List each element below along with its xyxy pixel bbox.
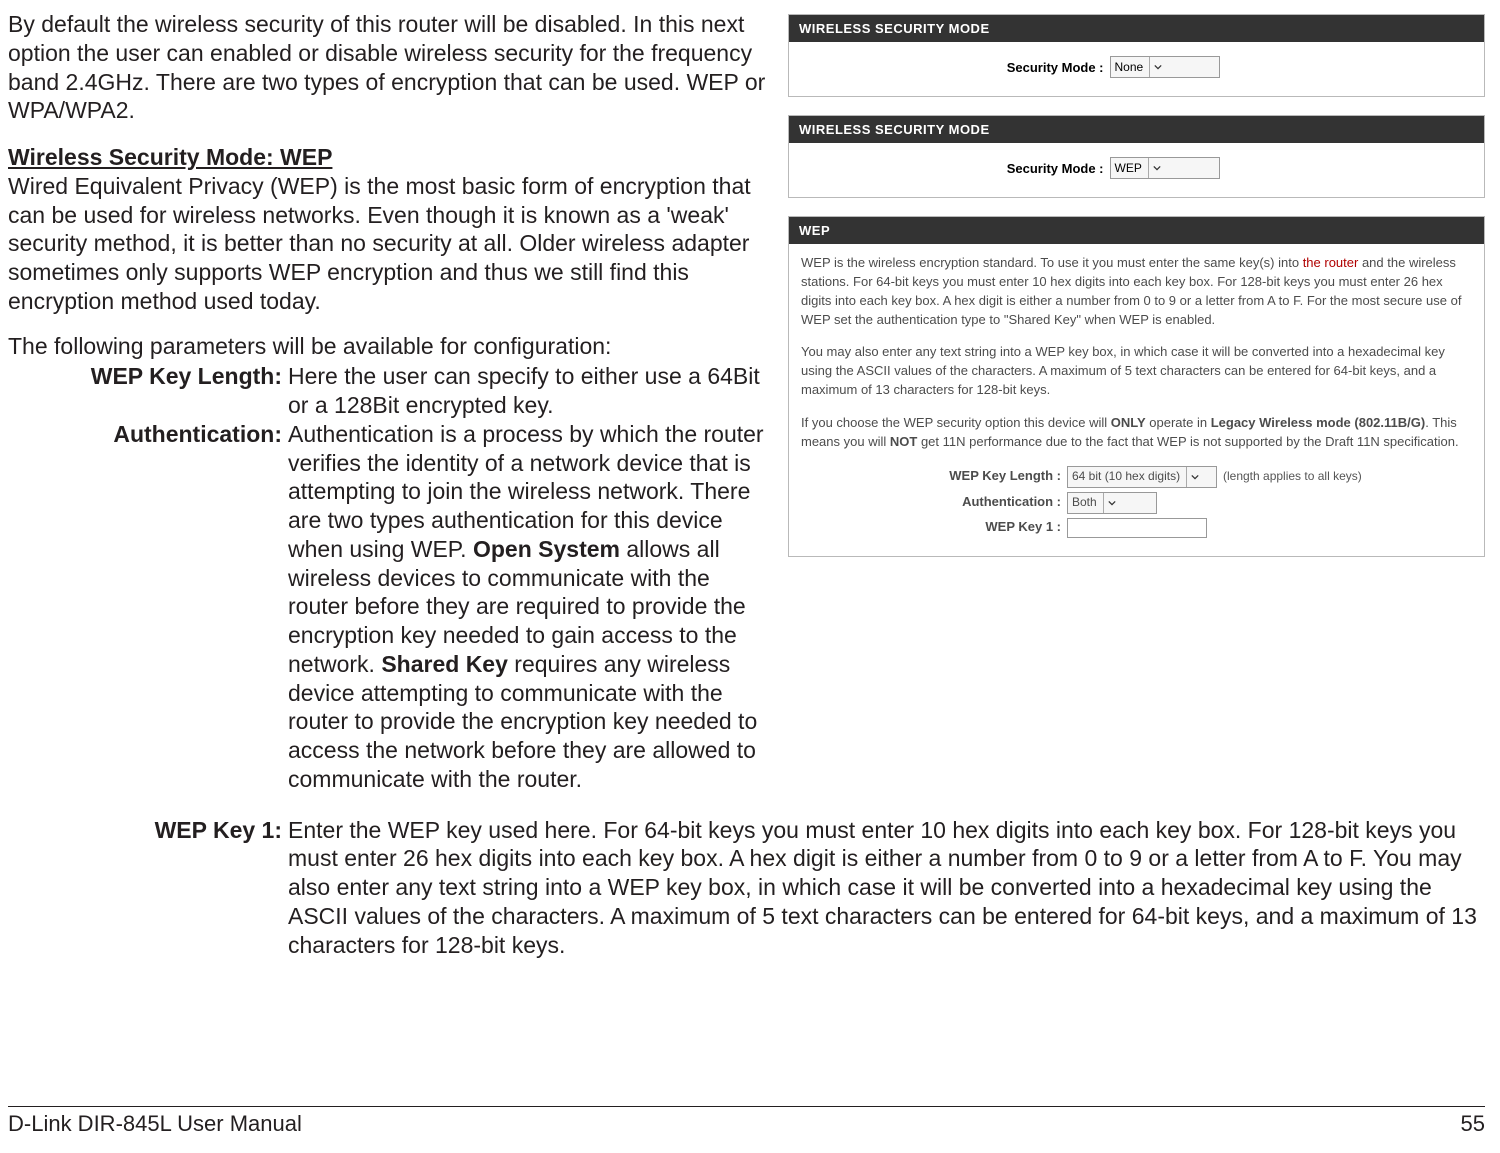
params-intro: The following parameters will be availab…: [8, 332, 768, 361]
page-footer: D-Link DIR-845L User Manual 55: [8, 1106, 1485, 1137]
intro-text: By default the wireless security of this…: [8, 10, 768, 125]
param-label-wep-key-length: WEP Key Length:: [8, 362, 288, 420]
wep-section: Wireless Security Mode: WEP Wired Equiva…: [8, 143, 768, 316]
chevron-down-icon: [1103, 493, 1116, 513]
panel-wep-settings: WEP WEP is the wireless encryption stand…: [788, 216, 1485, 557]
open-system-term: Open System: [473, 536, 620, 562]
params-table-wide: WEP Key 1: Enter the WEP key used here. …: [8, 816, 1485, 960]
wep-key-length-dropdown[interactable]: 64 bit (10 hex digits): [1067, 466, 1217, 488]
chevron-down-icon: [1149, 57, 1162, 77]
security-mode-dropdown[interactable]: None: [1110, 56, 1220, 78]
wep-key-1-input[interactable]: [1067, 518, 1207, 538]
panel-header: WIRELESS SECURITY MODE: [789, 116, 1484, 143]
wep-description: Wired Equivalent Privacy (WEP) is the mo…: [8, 173, 751, 314]
param-value-wep-key-length: Here the user can specify to either use …: [288, 362, 768, 420]
panel-header: WIRELESS SECURITY MODE: [789, 15, 1484, 42]
chevron-down-icon: [1186, 467, 1199, 487]
panel-security-mode-none: WIRELESS SECURITY MODE Security Mode : N…: [788, 14, 1485, 97]
authentication-dropdown[interactable]: Both: [1067, 492, 1157, 514]
param-label-authentication: Authentication:: [8, 420, 288, 794]
footer-page-number: 55: [1461, 1111, 1485, 1137]
authentication-label: Authentication :: [801, 493, 1061, 512]
wep-key-length-label: WEP Key Length :: [801, 467, 1061, 486]
param-value-authentication: Authentication is a process by which the…: [288, 420, 768, 794]
wep-heading: Wireless Security Mode: WEP: [8, 144, 332, 170]
security-mode-label: Security Mode :: [884, 60, 1104, 75]
panel-security-mode-wep: WIRELESS SECURITY MODE Security Mode : W…: [788, 115, 1485, 198]
wep-info-p1: WEP is the wireless encryption standard.…: [801, 254, 1472, 329]
wep-key-1-label: WEP Key 1 :: [801, 518, 1061, 537]
param-label-wep-key-1: WEP Key 1:: [8, 816, 288, 960]
wep-info-p3: If you choose the WEP security option th…: [801, 414, 1472, 452]
wep-info-p2: You may also enter any text string into …: [801, 343, 1472, 400]
security-mode-dropdown[interactable]: WEP: [1110, 157, 1220, 179]
chevron-down-icon: [1148, 158, 1161, 178]
shared-key-term: Shared Key: [381, 651, 508, 677]
wep-key-length-suffix: (length applies to all keys): [1223, 468, 1362, 485]
param-value-wep-key-1: Enter the WEP key used here. For 64-bit …: [288, 816, 1485, 960]
params-table: WEP Key Length: Here the user can specif…: [8, 362, 768, 793]
security-mode-label: Security Mode :: [884, 161, 1104, 176]
footer-left: D-Link DIR-845L User Manual: [8, 1111, 302, 1137]
panel-header: WEP: [789, 217, 1484, 244]
